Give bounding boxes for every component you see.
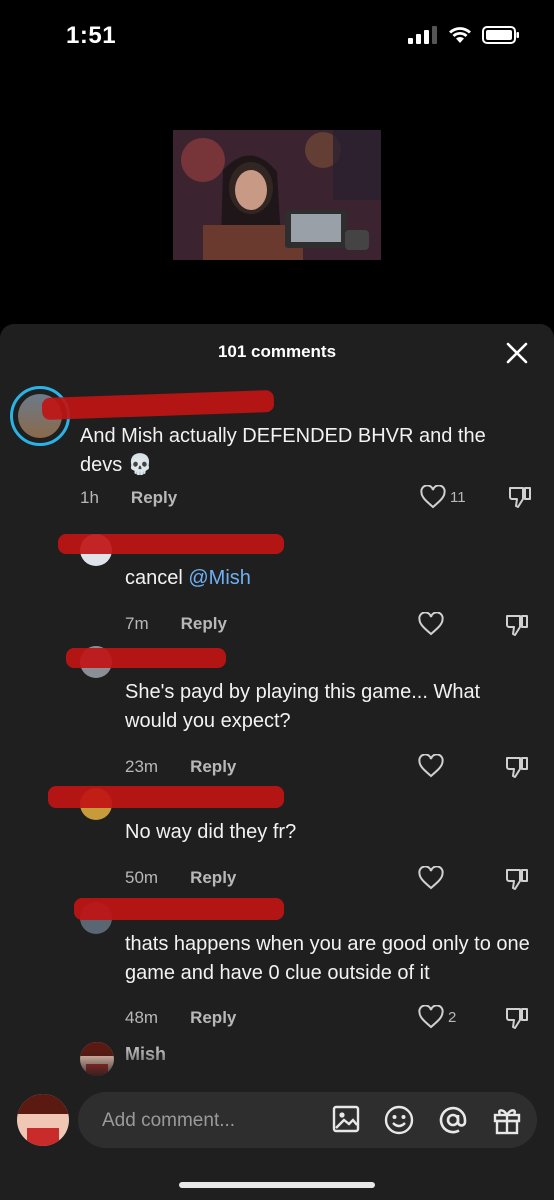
comment-text: And Mish actually DEFENDED BHVR and the … [80, 425, 486, 476]
comment-text: She's payd by playing this game... What … [125, 681, 481, 732]
emoji-icon[interactable] [383, 1104, 415, 1136]
dislike-icon[interactable] [504, 1005, 530, 1031]
dislike-icon[interactable] [504, 754, 530, 780]
comment-text: No way did they fr? [125, 821, 297, 843]
mention-link[interactable]: @Mish [188, 567, 251, 589]
comment-meta: 50m Reply [125, 868, 236, 888]
gift-icon[interactable] [491, 1104, 523, 1136]
reply-button[interactable]: Reply [190, 757, 236, 777]
redacted-username [66, 648, 226, 668]
status-bar: 1:51 [0, 0, 554, 70]
dislike-icon[interactable] [504, 866, 530, 892]
video-thumbnail[interactable] [173, 130, 381, 260]
status-time: 1:51 [66, 22, 117, 49]
comment-meta: 1h Reply [80, 488, 177, 508]
like-button[interactable]: 11 [420, 485, 466, 509]
comment-time: 48m [125, 1008, 159, 1027]
redacted-username [48, 786, 284, 808]
reply-button[interactable]: Reply [190, 868, 236, 888]
heart-icon [418, 612, 444, 636]
heart-icon [420, 485, 446, 509]
comment-time: 7m [125, 614, 149, 633]
comment-input[interactable] [100, 1092, 314, 1150]
heart-icon [418, 866, 444, 890]
like-button[interactable] [418, 754, 444, 778]
mention-icon[interactable] [437, 1104, 469, 1136]
video-frame-image [173, 130, 381, 260]
cellular-signal-icon [408, 26, 437, 44]
like-count: 2 [448, 1008, 457, 1026]
like-button[interactable] [418, 866, 444, 890]
comment-text: thats happens when you are good only to … [125, 933, 530, 984]
reply-button[interactable]: Reply [131, 488, 177, 508]
comment-text: cancel @Mish [125, 567, 251, 589]
heart-icon [418, 754, 444, 778]
comment-time: 23m [125, 757, 159, 776]
heart-icon [418, 1005, 444, 1029]
home-indicator [179, 1182, 375, 1188]
comment-time: 1h [80, 488, 99, 507]
redacted-username [41, 389, 275, 421]
comments-count-title: 101 comments [217, 342, 337, 361]
comment-meta: 7m Reply [125, 614, 227, 634]
comment-time: 50m [125, 868, 159, 887]
reply-button[interactable]: Reply [181, 614, 227, 634]
comment-meta: 48m Reply [125, 1008, 236, 1028]
status-icons [408, 26, 520, 44]
reply-button[interactable]: Reply [190, 1008, 236, 1028]
user-avatar[interactable] [17, 1094, 69, 1146]
comment-meta: 23m Reply [125, 757, 236, 777]
composer-icons [331, 1104, 523, 1136]
scroll-fade [0, 1050, 554, 1080]
comment-input-box[interactable] [78, 1092, 537, 1150]
like-button[interactable]: 2 [418, 1005, 456, 1029]
like-button[interactable] [418, 612, 444, 636]
dislike-icon[interactable] [504, 612, 530, 638]
redacted-username [74, 898, 284, 920]
redacted-username [58, 534, 284, 554]
like-count: 11 [450, 488, 466, 506]
battery-icon [482, 26, 519, 44]
close-icon[interactable] [504, 340, 530, 366]
wifi-icon [449, 27, 471, 43]
image-icon[interactable] [331, 1104, 361, 1134]
comment-composer-bar [0, 1080, 554, 1200]
dislike-icon[interactable] [507, 484, 533, 510]
